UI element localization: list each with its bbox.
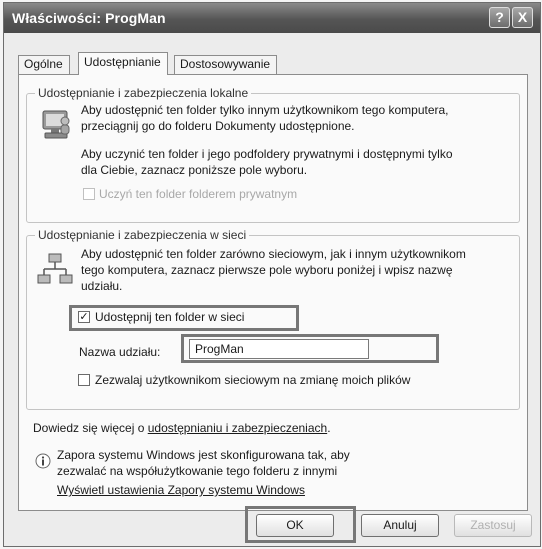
close-button[interactable]: X — [512, 7, 533, 28]
learn-more-prefix: Dowiedz się więcej o — [33, 421, 148, 435]
computer-users-icon — [42, 110, 70, 139]
local-text-line-2: przeciągnij go do folderu Dokumenty udos… — [81, 119, 355, 133]
share-folder-label: Udostępnij ten folder w sieci — [95, 310, 245, 324]
firewall-settings-link[interactable]: Wyświetl ustawienia Zapory systemu Windo… — [57, 482, 305, 498]
allow-change-label: Zezwalaj użytkownikom sieciowym na zmian… — [95, 373, 411, 387]
private-text-line-1: Aby uczynić ten folder i jego podfoldery… — [81, 147, 453, 161]
learn-more-suffix: . — [327, 421, 331, 435]
network-sharing-group: Udostępnianie i zabezpieczenia w sieci A… — [26, 228, 520, 410]
help-button[interactable]: ? — [489, 7, 510, 28]
local-sharing-legend: Udostępnianie i zabezpieczenia lokalne — [35, 86, 252, 100]
share-name-input[interactable]: ProgMan — [189, 339, 369, 359]
local-text-line-1: Aby udostępnić ten folder tylko innym uż… — [81, 103, 449, 117]
local-sharing-group: Udostępnianie i zabezpieczenia lokalne A… — [26, 86, 520, 223]
network-share-icon — [37, 253, 73, 284]
firewall-text-line-2: zezwalać na współużytkowanie tego folder… — [57, 464, 338, 478]
title-bar[interactable]: Właściwości: ProgMan ? X — [4, 3, 540, 33]
tab-customize[interactable]: Dostosowywanie — [174, 55, 278, 74]
ok-button[interactable]: OK — [256, 514, 334, 537]
tab-general[interactable]: Ogólne — [18, 55, 70, 74]
network-sharing-legend: Udostępnianie i zabezpieczenia w sieci — [35, 228, 250, 242]
info-icon — [35, 453, 51, 469]
window-title: Właściwości: ProgMan — [12, 10, 166, 26]
properties-dialog: Właściwości: ProgMan ? X Ogólne Udostępn… — [3, 2, 541, 547]
cancel-button[interactable]: Anuluj — [361, 514, 439, 537]
sharing-panel: Udostępnianie i zabezpieczenia lokalne A… — [18, 74, 528, 511]
private-text-line-2: dla Ciebie, zaznacz poniższe pole wyboru… — [81, 163, 308, 177]
share-name-label: Nazwa udziału: — [79, 345, 161, 359]
make-private-label: Uczyń ten folder folderem prywatnym — [99, 187, 298, 201]
network-text-line-1: Aby udostępnić ten folder zarówno siecio… — [81, 247, 466, 261]
network-text-line-2: tego komputera, zaznacz pierwsze pole wy… — [81, 263, 453, 277]
allow-change-checkbox[interactable] — [78, 374, 90, 386]
network-text-line-3: udziału. — [81, 279, 123, 293]
make-private-checkbox[interactable] — [83, 188, 95, 200]
tab-sharing[interactable]: Udostępnianie — [78, 52, 168, 75]
firewall-text-line-1: Zapora systemu Windows jest skonfigurowa… — [57, 448, 350, 462]
learn-more-link[interactable]: udostępnianiu i zabezpieczeniach — [148, 421, 327, 435]
apply-button[interactable]: Zastosuj — [454, 514, 532, 537]
share-folder-checkbox[interactable]: ✓ — [78, 311, 90, 323]
learn-more-text: Dowiedz się więcej o udostępnianiu i zab… — [33, 420, 331, 436]
